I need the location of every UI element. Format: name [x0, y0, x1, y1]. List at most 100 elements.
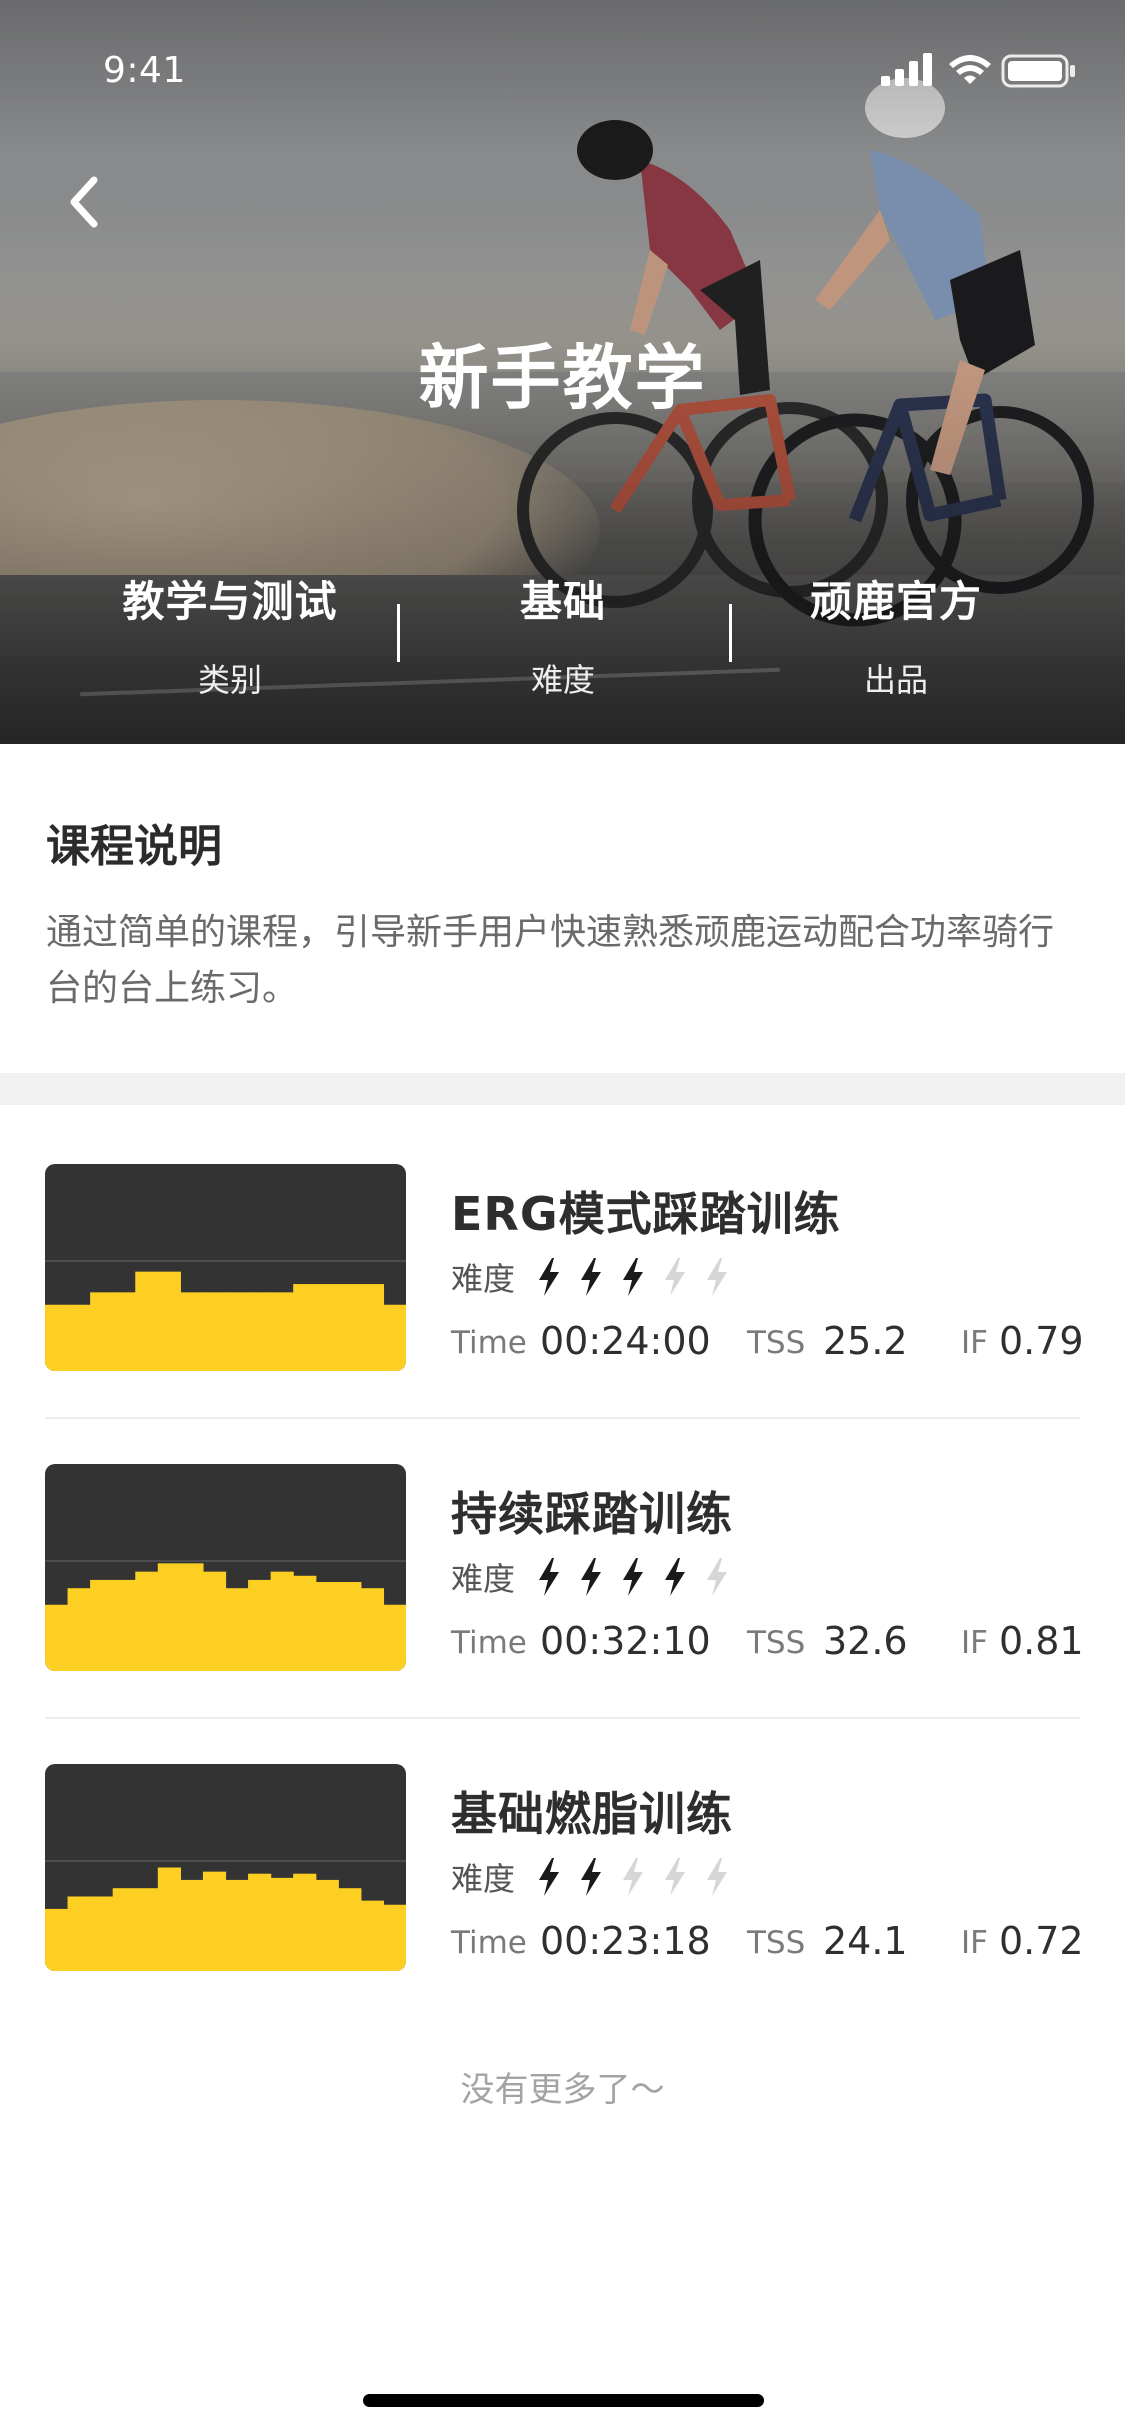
workout-segment [180, 1563, 204, 1671]
workout-segment [157, 1563, 181, 1671]
workout-segment [338, 1888, 362, 1971]
lightning-bolt-icon [581, 1558, 602, 1596]
tss-value: 25.2 [823, 1319, 908, 1363]
workout-segment [383, 1304, 406, 1371]
lightning-bolt-icon [539, 1858, 560, 1896]
workout-segment [90, 1579, 114, 1671]
workout-segment [293, 1575, 317, 1671]
workout-segment [45, 1908, 69, 1971]
workout-segment [135, 1888, 159, 1971]
lightning-bolt-icon [665, 1558, 686, 1596]
meta-category-label: 类别 [197, 661, 262, 699]
section-separator [0, 1073, 1125, 1105]
difficulty-rating [537, 1557, 747, 1597]
course-title: 基础燃脂训练 [451, 1787, 733, 1841]
difficulty-row: 难度 [451, 1252, 747, 1302]
description-title: 课程说明 [46, 821, 222, 872]
meta-category-value: 教学与测试 [122, 577, 338, 626]
workout-segment [338, 1284, 362, 1371]
course-title: 持续踩踏训练 [451, 1487, 733, 1541]
workout-segment [202, 1871, 227, 1971]
workout-profile-chart [45, 1260, 406, 1371]
description-body: 通过简单的课程，引导新手用户快速熟悉顽鹿运动配合功率骑行台的台上练习。 [46, 912, 1055, 1009]
meta-category: 教学与测试 类别 [63, 568, 397, 701]
difficulty-label: 难度 [451, 1860, 516, 1898]
workout-segment [180, 1292, 204, 1371]
lightning-bolt-icon [581, 1858, 602, 1896]
status-icons [881, 53, 1075, 88]
meta-difficulty-label: 难度 [530, 661, 595, 699]
workout-profile-thumbnail [45, 1764, 406, 1971]
workout-segment [248, 1292, 272, 1371]
workout-segment [270, 1292, 294, 1371]
workout-segment [112, 1292, 136, 1371]
meta-publisher-value: 顽鹿官方 [809, 577, 982, 626]
wifi-icon [949, 55, 991, 84]
workout-segment [360, 1900, 385, 1971]
tss-label: TSS [747, 1925, 806, 1961]
workout-segment [293, 1284, 317, 1371]
workout-segment [315, 1581, 339, 1671]
lightning-bolt-icon [623, 1858, 644, 1896]
workout-segment [202, 1571, 227, 1671]
if-value: 0.81 [999, 1619, 1084, 1663]
workout-segment [67, 1304, 91, 1371]
lightning-bolt-icon [539, 1258, 560, 1296]
lightning-bolt-icon [707, 1258, 728, 1296]
hero-banner: 9:41 新手教学 教学与测试 类别 基础 难度 顽鹿官方 出品 [0, 0, 1125, 744]
course-stats: Time 00:23:18 TSS 24.1 IF 0.72 [451, 1919, 1091, 1969]
course-card[interactable]: 基础燃脂训练 难度 Time 00:23:18 TSS 24.1 IF 0.72 [0, 1764, 1125, 2064]
workout-segment [90, 1292, 114, 1371]
workout-segment [90, 1896, 114, 1971]
back-button[interactable] [60, 162, 120, 242]
course-title: ERG模式踩踏训练 [451, 1187, 841, 1241]
workout-segment [202, 1292, 227, 1371]
workout-segment [45, 1604, 69, 1671]
list-divider [45, 1417, 1080, 1419]
chevron-left-icon [70, 176, 98, 228]
cellular-signal-icon [881, 53, 932, 86]
workout-segment [315, 1284, 339, 1371]
time-value: 00:23:18 [540, 1919, 711, 1963]
workout-segment [112, 1888, 136, 1971]
workout-segment [383, 1604, 406, 1671]
difficulty-row: 难度 [451, 1852, 747, 1902]
workout-segment [67, 1588, 91, 1671]
page-title: 新手教学 [418, 337, 707, 419]
time-label: Time [451, 1625, 527, 1661]
workout-profile-thumbnail [45, 1464, 406, 1671]
status-time: 9:41 [103, 50, 186, 91]
if-value: 0.79 [999, 1319, 1084, 1363]
tss-label: TSS [747, 1325, 806, 1361]
workout-segment [135, 1571, 159, 1671]
course-card[interactable]: 持续踩踏训练 难度 Time 00:32:10 TSS 32.6 IF 0.81 [0, 1464, 1125, 1764]
time-value: 00:32:10 [540, 1619, 711, 1663]
workout-segment [135, 1271, 159, 1371]
difficulty-row: 难度 [451, 1552, 747, 1602]
difficulty-rating [537, 1857, 747, 1897]
workout-profile-chart [45, 1560, 406, 1671]
workout-segment [248, 1579, 272, 1671]
course-card[interactable]: ERG模式踩踏训练 难度 Time 00:24:00 TSS 25.2 IF 0.79 [0, 1164, 1125, 1464]
difficulty-label: 难度 [451, 1560, 516, 1598]
tss-value: 32.6 [823, 1619, 908, 1663]
workout-segment [225, 1588, 249, 1671]
workout-segment [360, 1284, 385, 1371]
meta-publisher: 顽鹿官方 出品 [729, 568, 1063, 701]
workout-segment [270, 1571, 294, 1671]
workout-segment [360, 1588, 385, 1671]
lightning-bolt-icon [623, 1258, 644, 1296]
time-label: Time [451, 1925, 527, 1961]
meta-difficulty-value: 基础 [519, 577, 606, 626]
tss-value: 24.1 [823, 1919, 908, 1963]
battery-icon [1001, 54, 1075, 88]
lightning-bolt-icon [707, 1858, 728, 1896]
workout-segment [67, 1896, 91, 1971]
lightning-bolt-icon [665, 1858, 686, 1896]
tss-label: TSS [747, 1625, 806, 1661]
no-more-text: 没有更多了～ [460, 2070, 665, 2110]
time-label: Time [451, 1325, 527, 1361]
time-value: 00:24:00 [540, 1319, 711, 1363]
list-divider [45, 1717, 1080, 1719]
home-indicator [363, 2394, 764, 2407]
